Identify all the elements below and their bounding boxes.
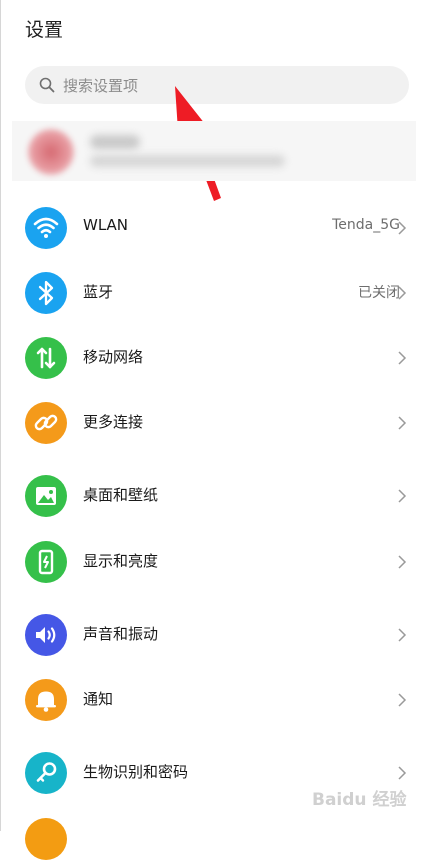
chevron-right-icon xyxy=(398,766,407,780)
settings-item-more-connections[interactable]: 更多连接 xyxy=(0,393,428,457)
bell-icon xyxy=(25,679,67,721)
settings-item-label: 移动网络 xyxy=(83,348,144,366)
account-name-blurred xyxy=(90,135,140,149)
display-brightness-icon xyxy=(25,541,67,583)
search-icon xyxy=(39,77,55,93)
settings-item-label: 声音和振动 xyxy=(83,625,159,643)
key-icon xyxy=(25,752,67,794)
settings-item-label: 通知 xyxy=(83,690,114,708)
chevron-right-icon xyxy=(398,628,407,642)
chevron-right-icon xyxy=(398,489,407,503)
account-subtitle-blurred xyxy=(90,155,285,167)
bluetooth-icon xyxy=(25,272,67,314)
settings-item-label: 桌面和壁纸 xyxy=(83,486,159,504)
settings-item-label: 生物识别和密码 xyxy=(83,763,189,781)
wlan-network-value: Tenda_5G xyxy=(332,217,400,233)
chevron-right-icon xyxy=(398,221,407,235)
page-title: 设置 xyxy=(25,19,64,41)
search-placeholder: 搜索设置项 xyxy=(63,77,139,95)
speaker-icon xyxy=(25,614,67,656)
settings-item-label: 更多连接 xyxy=(83,413,144,431)
settings-item-desktop-wallpaper[interactable]: 桌面和壁纸 xyxy=(0,466,428,530)
wifi-icon xyxy=(25,207,67,249)
chevron-right-icon xyxy=(398,693,407,707)
avatar xyxy=(28,129,74,175)
settings-item-mobile-network[interactable]: 移动网络 xyxy=(0,328,428,392)
settings-item-wlan[interactable]: WLAN Tenda_5G xyxy=(0,198,428,262)
next-settings-item-icon[interactable] xyxy=(25,818,67,860)
settings-item-display-brightness[interactable]: 显示和亮度 xyxy=(0,532,428,596)
mobile-data-icon xyxy=(25,337,67,379)
image-icon xyxy=(25,475,67,517)
baidu-jingyan-watermark: Baidu 经验 xyxy=(312,790,407,810)
settings-item-label: 蓝牙 xyxy=(83,283,114,301)
settings-item-label: 显示和亮度 xyxy=(83,552,159,570)
chevron-right-icon xyxy=(398,351,407,365)
bluetooth-status-value: 已关闭 xyxy=(358,285,400,301)
chevron-right-icon xyxy=(398,416,407,430)
chevron-right-icon xyxy=(398,286,407,300)
chevron-right-icon xyxy=(398,555,407,569)
settings-item-label: WLAN xyxy=(83,216,129,234)
link-icon xyxy=(25,402,67,444)
account-profile-card[interactable] xyxy=(12,121,416,181)
settings-item-notifications[interactable]: 通知 xyxy=(0,670,428,734)
settings-item-bluetooth[interactable]: 蓝牙 已关闭 xyxy=(0,263,428,327)
settings-item-sound-vibration[interactable]: 声音和振动 xyxy=(0,605,428,669)
